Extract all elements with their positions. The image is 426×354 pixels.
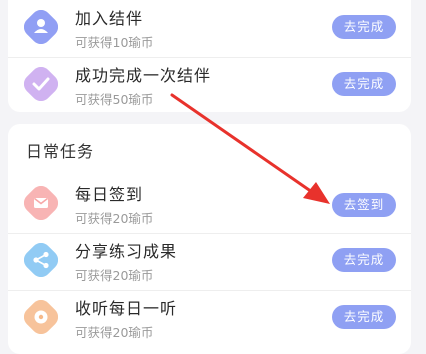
mail-icon bbox=[24, 186, 58, 220]
task-card-top: 加入结伴 可获得10瑜币 去完成 成功完成一次结伴 可获得50瑜币 去完成 bbox=[8, 0, 411, 112]
check-icon bbox=[24, 67, 58, 101]
task-title: 加入结伴 bbox=[75, 9, 144, 28]
task-reward: 可获得20瑜币 bbox=[75, 268, 154, 283]
daily-task-card: 日常任务 每日签到 可获得20瑜币 去签到 分享练习成果 可获得20瑜币 去完成 bbox=[8, 124, 411, 354]
task-reward: 可获得20瑜币 bbox=[75, 325, 154, 340]
task-row-share-practice: 分享练习成果 可获得20瑜币 去完成 bbox=[8, 233, 411, 291]
task-row-complete-partner: 成功完成一次结伴 可获得50瑜币 去完成 bbox=[8, 57, 411, 114]
complete-button[interactable]: 去完成 bbox=[332, 15, 396, 39]
task-reward: 可获得50瑜币 bbox=[75, 92, 154, 107]
task-row-join-partner: 加入结伴 可获得10瑜币 去完成 bbox=[8, 0, 411, 58]
complete-button[interactable]: 去完成 bbox=[332, 305, 396, 329]
task-title: 每日签到 bbox=[75, 185, 144, 204]
task-reward: 可获得20瑜币 bbox=[75, 211, 154, 226]
play-icon bbox=[24, 300, 58, 334]
checkin-button[interactable]: 去签到 bbox=[332, 193, 396, 217]
task-title: 成功完成一次结伴 bbox=[75, 66, 212, 85]
task-title: 分享练习成果 bbox=[75, 242, 178, 261]
share-icon bbox=[24, 243, 58, 277]
complete-button[interactable]: 去完成 bbox=[332, 72, 396, 96]
complete-button[interactable]: 去完成 bbox=[332, 248, 396, 272]
task-row-daily-listen: 收听每日一听 可获得20瑜币 去完成 bbox=[8, 290, 411, 347]
section-title: 日常任务 bbox=[26, 142, 95, 161]
user-icon bbox=[24, 10, 58, 44]
task-row-daily-checkin: 每日签到 可获得20瑜币 去签到 bbox=[8, 176, 411, 234]
task-title: 收听每日一听 bbox=[75, 299, 178, 318]
task-reward: 可获得10瑜币 bbox=[75, 35, 154, 50]
